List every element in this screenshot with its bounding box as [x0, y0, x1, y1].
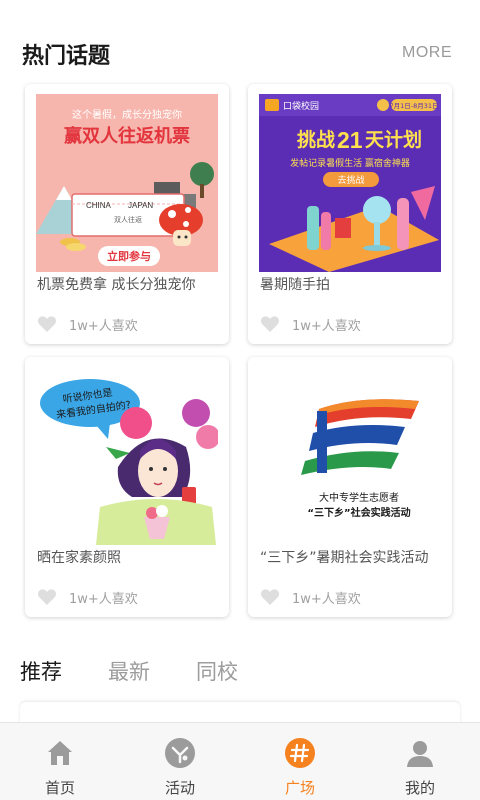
section-title: 热门话题 — [22, 44, 111, 69]
topic-thumbnail: CHINA JAPAN 双人往返 立即参与 这个暑假，成长分独宠你 赢双人往返机… — [36, 94, 218, 272]
svg-text:双人往返: 双人往返 — [114, 215, 142, 224]
svg-text:CHINA: CHINA — [86, 201, 112, 210]
hashtag-icon — [285, 738, 315, 768]
likes-row[interactable]: 1w+人喜欢 — [260, 314, 361, 334]
svg-text:7月1日-8月31日: 7月1日-8月31日 — [389, 102, 438, 110]
nav-label: 首页 — [44, 779, 75, 797]
heart-icon[interactable] — [37, 588, 57, 606]
topic-card-volunteer[interactable]: 大中专学生志愿者 “三下乡”社会实践活动 “三下乡”暑期社会实践活动 1w+人喜… — [248, 357, 452, 617]
topic-card-selfie[interactable]: 听说你也是 来看我的自拍的? 晒在家素颜照 1w+人喜欢 — [25, 357, 229, 617]
nav-label: 活动 — [164, 779, 195, 797]
topic-caption: “三下乡”暑期社会实践活动 — [260, 550, 429, 566]
likes-row[interactable]: 1w+人喜欢 — [260, 587, 361, 607]
svg-text:口袋校园: 口袋校园 — [283, 100, 319, 112]
svg-text:“三下乡”社会实践活动: “三下乡”社会实践活动 — [307, 506, 410, 519]
svg-text:21: 21 — [337, 127, 363, 153]
nav-activity[interactable]: 活动 — [120, 723, 240, 800]
topic-thumbnail: 口袋校园 7月1日-8月31日 挑战 21 天计划 发帖记录暑假生活 赢宿舍神器… — [259, 94, 441, 272]
svg-text:这个暑假，成长分独宠你: 这个暑假，成长分独宠你 — [72, 108, 182, 121]
nav-home[interactable]: 首页 — [0, 723, 120, 800]
nav-square[interactable]: 广场 — [240, 723, 360, 800]
tab-same-school[interactable]: 同校 — [196, 656, 238, 686]
topic-card-flight[interactable]: CHINA JAPAN 双人往返 立即参与 这个暑假，成长分独宠你 赢双人往返机… — [25, 84, 229, 344]
nav-label: 我的 — [404, 779, 435, 797]
heart-icon[interactable] — [260, 315, 280, 333]
selfie-banner-image: 听说你也是 来看我的自拍的? — [36, 367, 218, 545]
flight-banner-image: CHINA JAPAN 双人往返 立即参与 这个暑假，成长分独宠你 赢双人往返机… — [36, 94, 218, 272]
nav-profile[interactable]: 我的 — [360, 723, 480, 800]
svg-text:立即参与: 立即参与 — [107, 249, 151, 263]
topic-card-challenge[interactable]: 口袋校园 7月1日-8月31日 挑战 21 天计划 发帖记录暑假生活 赢宿舍神器… — [248, 84, 452, 344]
svg-text:JAPAN: JAPAN — [128, 201, 153, 210]
topic-caption: 晒在家素颜照 — [37, 550, 121, 566]
svg-text:挑战: 挑战 — [297, 129, 335, 151]
svg-text:去挑战: 去挑战 — [337, 174, 364, 186]
likes-count: 1w+人喜欢 — [69, 591, 138, 607]
tab-recommended[interactable]: 推荐 — [20, 656, 62, 686]
topic-caption: 机票免费拿 成长分独宠你 — [37, 277, 196, 293]
svg-text:天计划: 天计划 — [365, 128, 422, 151]
volunteer-banner-image: 大中专学生志愿者 “三下乡”社会实践活动 — [259, 367, 441, 545]
svg-text:赢双人往返机票: 赢双人往返机票 — [64, 125, 190, 147]
profile-icon — [407, 741, 433, 767]
likes-count: 1w+人喜欢 — [292, 591, 361, 607]
nav-label: 广场 — [284, 779, 315, 797]
svg-text:发帖记录暑假生活 赢宿舍神器: 发帖记录暑假生活 赢宿舍神器 — [290, 157, 410, 169]
challenge-banner-image: 口袋校园 7月1日-8月31日 挑战 21 天计划 发帖记录暑假生活 赢宿舍神器… — [259, 94, 441, 272]
more-link[interactable]: MORE — [402, 44, 452, 62]
topic-caption: 暑期随手拍 — [260, 277, 330, 293]
tab-latest[interactable]: 最新 — [108, 656, 150, 686]
likes-row[interactable]: 1w+人喜欢 — [37, 587, 138, 607]
section-header: 热门话题 MORE — [0, 0, 480, 80]
likes-count: 1w+人喜欢 — [292, 318, 361, 334]
likes-count: 1w+人喜欢 — [69, 318, 138, 334]
feed-tabs: 推荐 最新 同校 — [0, 650, 480, 690]
heart-icon[interactable] — [37, 315, 57, 333]
topic-thumbnail: 大中专学生志愿者 “三下乡”社会实践活动 — [259, 367, 441, 545]
bottom-navigation: 首页 活动 广场 我的 — [0, 722, 480, 800]
heart-icon[interactable] — [260, 588, 280, 606]
activity-icon — [165, 738, 195, 768]
home-icon — [48, 741, 72, 765]
topic-thumbnail: 听说你也是 来看我的自拍的? — [36, 367, 218, 545]
likes-row[interactable]: 1w+人喜欢 — [37, 314, 138, 334]
svg-text:大中专学生志愿者: 大中专学生志愿者 — [319, 491, 399, 504]
